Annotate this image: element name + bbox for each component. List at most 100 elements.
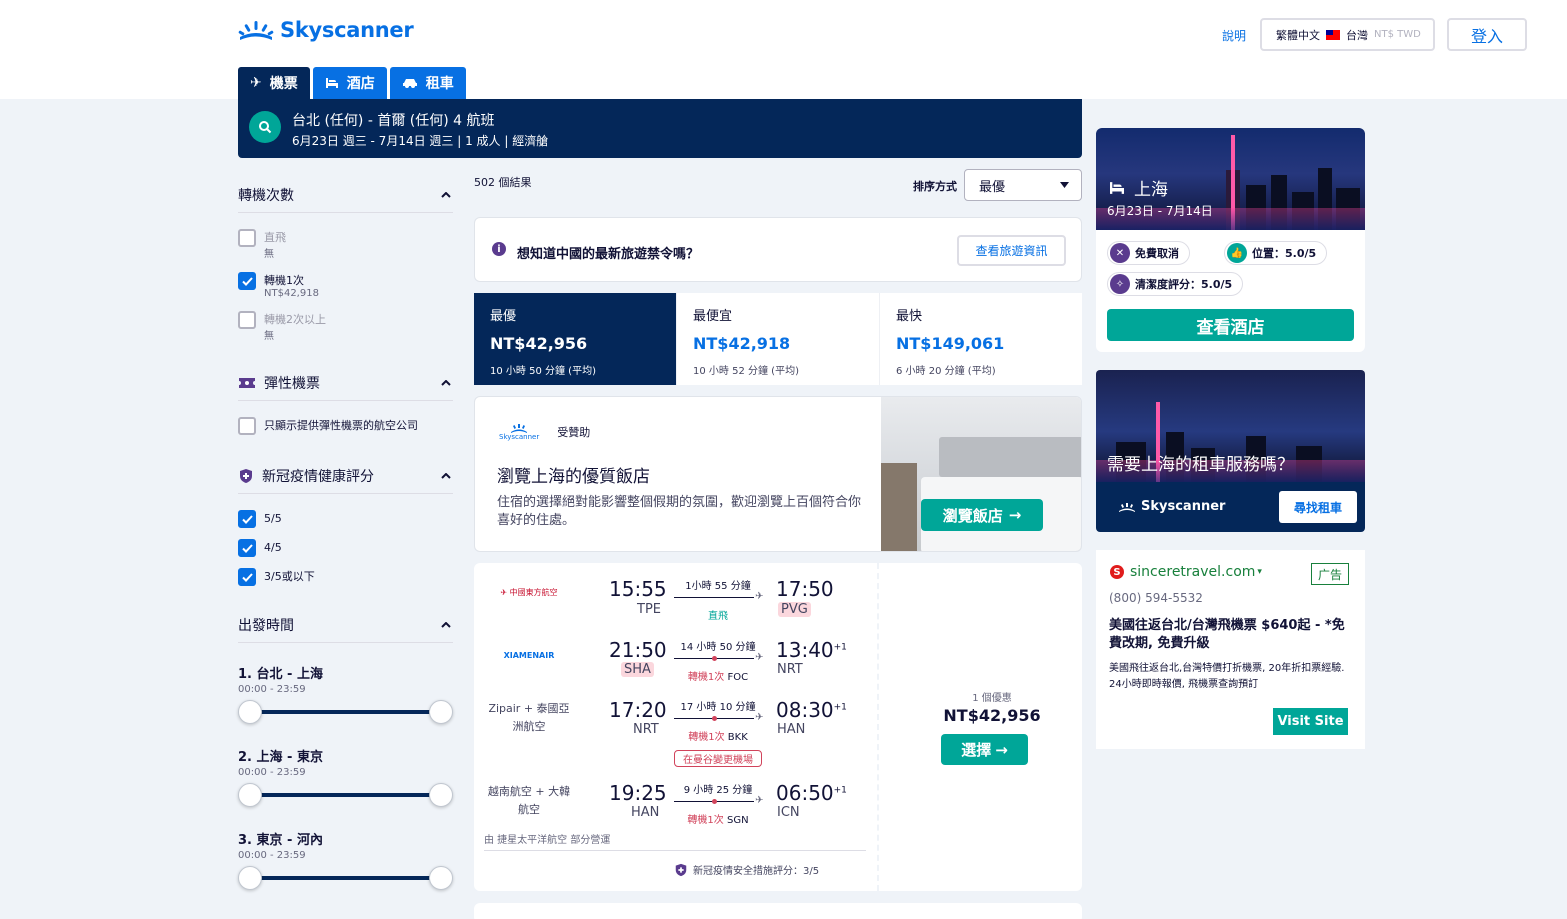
arrival-time: 17:50 (776, 577, 834, 601)
sort-tab-price: NT$42,918 (693, 334, 791, 353)
checkbox[interactable] (238, 311, 256, 329)
plane-icon: ✈ (755, 591, 764, 602)
view-hotel-button[interactable]: 查看酒店 (1107, 309, 1354, 341)
sponsored-tag: 受贊助 (557, 426, 591, 439)
checkbox-checked[interactable] (238, 568, 256, 586)
brand-name: Skyscanner (280, 18, 414, 42)
airline-name: 越南航空 + 大韓航空 (487, 785, 571, 816)
itinerary-card[interactable]: ✈ 中國東方航空 15:55 TPE 1小時 55 分鐘 ✈ 直飛 17:50 … (474, 563, 1082, 891)
stop-info: 轉機1次 SGN (687, 815, 749, 826)
time-slider[interactable] (238, 700, 453, 724)
time-leg-title: 3. 東京 - 河內 (238, 833, 323, 848)
arrival-time: 08:30+1 (776, 698, 847, 722)
ad-advertiser[interactable]: S sinceretravel.com ▾ (1110, 564, 1262, 580)
next-itinerary-card[interactable] (474, 903, 1082, 919)
hotel-promo-card[interactable]: Skyscanner 受贊助 瀏覽上海的優質飯店 住宿的選擇絕對能影響整個假期的… (474, 396, 1082, 552)
slider-handle-start[interactable] (238, 866, 262, 890)
locale-selector[interactable]: 繁體中文 台灣 NT$ TWD (1260, 18, 1435, 51)
slider-handle-end[interactable] (429, 783, 453, 807)
text-ad[interactable]: S sinceretravel.com ▾ 广告 (800) 594-5532 美… (1096, 550, 1365, 749)
time-filter-leg: 2. 上海 - 東京 00:00 - 23:59 (238, 746, 453, 807)
covid-option[interactable]: 5/5 (238, 510, 453, 528)
tab-hotels[interactable]: 酒店 (312, 67, 387, 99)
chevron-up-icon[interactable] (439, 469, 453, 483)
xiamen-air-logo-icon: XIAMENAIR (503, 651, 555, 660)
tab-cars-label: 租車 (425, 76, 454, 92)
search-summary[interactable]: 台北 (任何) - 首爾 (任何) 4 航班 6月23日 週三 - 7月14日 … (238, 99, 1082, 158)
help-link[interactable]: 說明 (1222, 27, 1246, 44)
tab-flights[interactable]: ✈ 機票 (238, 67, 310, 99)
covid-option[interactable]: 3/5或以下 (238, 568, 453, 586)
vertical-tabs: ✈ 機票 酒店 租車 (238, 67, 466, 99)
stop-option-direct[interactable]: 直飛 無 (238, 229, 453, 260)
slider-track (250, 710, 441, 714)
departure-airport: HAN (631, 805, 660, 820)
arrival-time: 13:40+1 (776, 638, 847, 662)
checkbox[interactable] (238, 229, 256, 247)
ad-headline: 美國往返台北/台灣飛機票 $640起 - *免費改期, 免費升級 (1109, 618, 1345, 651)
language-label: 繁體中文 (1276, 28, 1320, 42)
flight-duration: 14 小時 50 分鐘 (680, 642, 756, 653)
skyscanner-logo[interactable]: Skyscanner (238, 18, 414, 42)
hotel-city-name: 上海 (1134, 180, 1168, 200)
sort-select[interactable]: 最優 (964, 169, 1082, 201)
time-slider[interactable] (238, 866, 453, 890)
chevron-up-icon[interactable] (439, 618, 453, 632)
slider-handle-end[interactable] (429, 700, 453, 724)
headboard-shape (939, 437, 1081, 477)
tab-flights-label: 機票 (269, 76, 298, 92)
chevron-up-icon[interactable] (439, 188, 453, 202)
checkbox-checked[interactable] (238, 272, 256, 290)
filter-covid-header[interactable]: 新冠疫情健康評分 (238, 459, 453, 494)
checkbox-checked[interactable] (238, 539, 256, 557)
time-filter-leg: 1. 台北 - 上海 00:00 - 23:59 (238, 663, 453, 724)
hotel-offer-card[interactable]: 上海 6月23日 - 7月14日 ✕ 免費取消 👍 位置：5.0/5 ✧ 清潔度… (1096, 128, 1365, 352)
covid-score-text: 新冠疫情安全措施評分：3/5 (693, 866, 820, 877)
login-button[interactable]: 登入 (1447, 18, 1527, 51)
route-line (674, 716, 754, 721)
shield-icon (240, 469, 252, 483)
time-slider[interactable] (238, 783, 453, 807)
sort-tab-cheapest[interactable]: 最便宜 NT$42,918 10 小時 52 分鐘 (平均) (677, 293, 880, 385)
car-icon (402, 79, 417, 88)
flex-ticket-option[interactable]: 只顯示提供彈性機票的航空公司 (238, 417, 453, 435)
departure-time: 19:25 (609, 781, 667, 805)
filter-times-header[interactable]: 出發時間 (238, 608, 453, 643)
departure-airport: SHA (621, 662, 654, 677)
plane-icon: ✈ (755, 795, 764, 806)
chevron-up-icon[interactable] (439, 376, 453, 390)
cleanliness-rating-label: 清潔度評分：5.0/5 (1135, 278, 1233, 291)
search-icon[interactable] (249, 111, 281, 143)
slider-handle-start[interactable] (238, 700, 262, 724)
stop-dot (712, 716, 717, 721)
itinerary-price: NT$42,956 (943, 706, 1041, 725)
visit-site-button[interactable]: Visit Site (1273, 708, 1348, 735)
filter-flex-header[interactable]: 彈性機票 (238, 366, 453, 401)
slider-handle-end[interactable] (429, 866, 453, 890)
stop-option-one[interactable]: 轉機1次 NT$42,918 (238, 272, 453, 299)
sort-tab-duration: 10 小時 52 分鐘 (平均) (693, 366, 799, 377)
filter-stops-header[interactable]: 轉機次數 (238, 178, 453, 213)
sort-tab-name: 最快 (896, 309, 923, 324)
browse-hotels-button[interactable]: 瀏覽飯店 → (921, 499, 1043, 531)
car-rental-card[interactable]: 需要上海的租車服務嗎？ Skyscanner 尋找租車 (1096, 370, 1365, 532)
checkbox[interactable] (238, 417, 256, 435)
free-cancel-label: 免費取消 (1135, 247, 1179, 260)
stop-option-two-plus[interactable]: 轉機2次以上 無 (238, 311, 453, 342)
sort-tab-fastest[interactable]: 最快 NT$149,061 6 小時 20 分鐘 (平均) (880, 293, 1082, 385)
sunrise-logo-icon (511, 424, 528, 433)
travel-info-button[interactable]: 查看旅遊資訊 (957, 235, 1066, 266)
promo-title: 瀏覽上海的優質飯店 (497, 467, 650, 487)
sort-tab-price: NT$149,061 (896, 334, 1005, 353)
travel-ban-notice: i 想知道中國的最新旅遊禁令嗎？ 查看旅遊資訊 (474, 217, 1082, 282)
airline-logo: ✈ 中國東方航空 (484, 583, 574, 602)
route-line (674, 799, 754, 804)
tab-cars[interactable]: 租車 (389, 67, 466, 99)
select-button[interactable]: 選擇 → (941, 734, 1028, 765)
slider-handle-start[interactable] (238, 783, 262, 807)
sort-tab-best[interactable]: 最優 NT$42,956 10 小時 50 分鐘 (平均) (474, 293, 677, 385)
flex-ticket-label: 只顯示提供彈性機票的航空公司 (264, 419, 418, 432)
checkbox-checked[interactable] (238, 510, 256, 528)
covid-option[interactable]: 4/5 (238, 539, 453, 557)
find-car-button[interactable]: 尋找租車 (1279, 491, 1357, 523)
